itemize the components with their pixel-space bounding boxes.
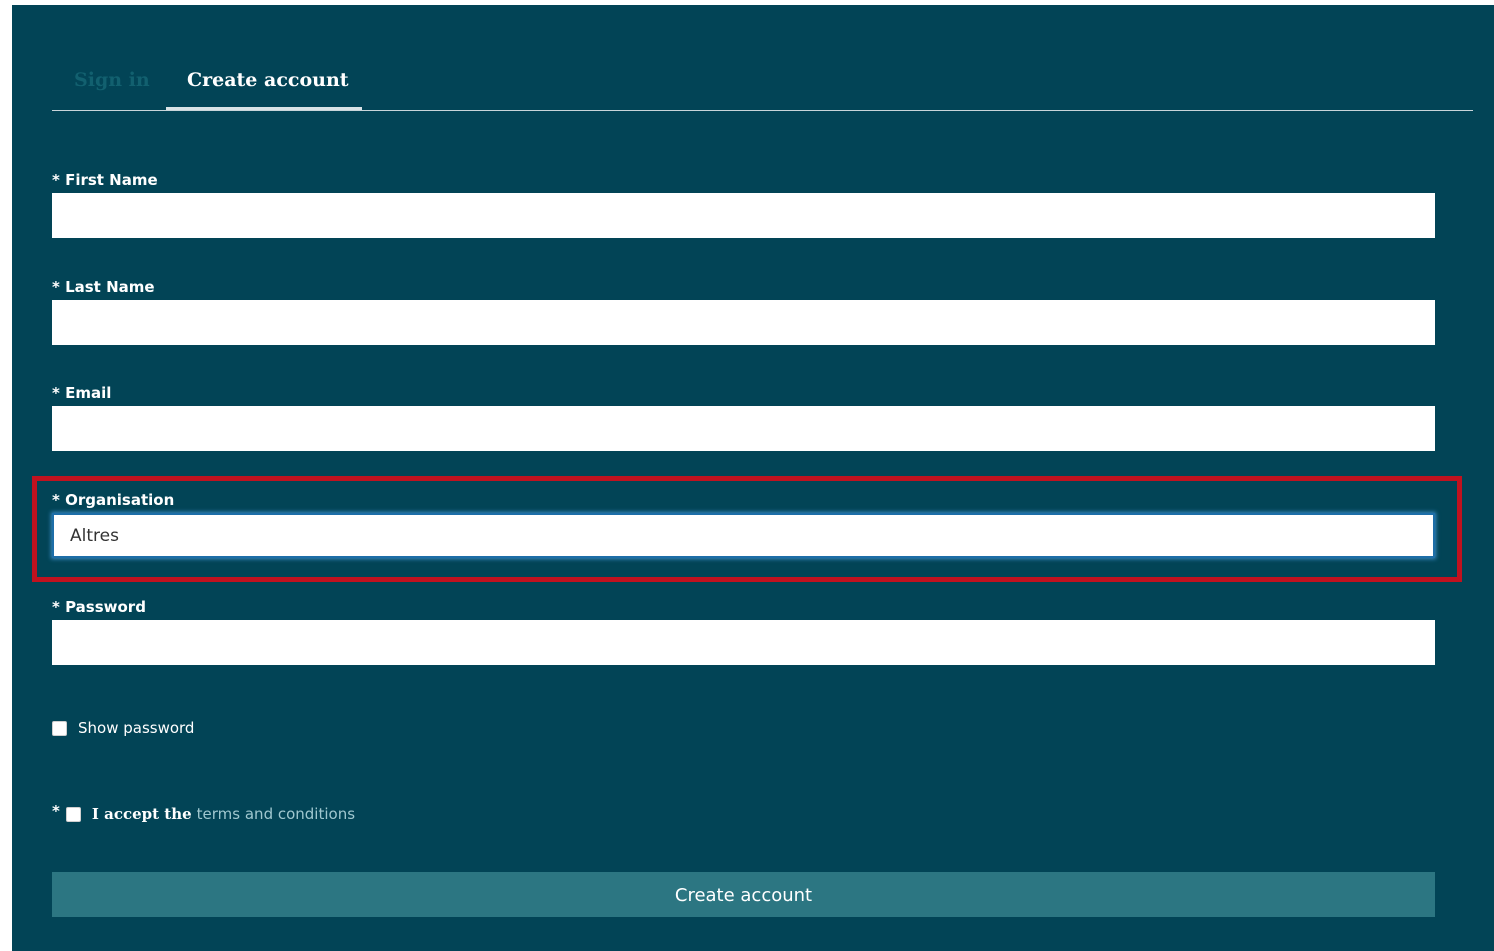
create-account-button[interactable]: Create account [52, 872, 1435, 917]
active-tab-indicator [166, 107, 362, 110]
terms-prefix-text: I accept the [91, 805, 192, 823]
password-field: * Password [52, 596, 1435, 665]
organisation-field: * Organisation [52, 489, 1435, 558]
last-name-field: * Last Name [52, 276, 1435, 345]
show-password-checkbox[interactable] [52, 720, 67, 736]
show-password-label: Show password [78, 719, 195, 737]
auth-tabs: Sign in Create account [52, 60, 1473, 111]
first-name-input[interactable] [52, 193, 1435, 238]
terms-row: * I accept the terms and conditions [52, 802, 355, 823]
tab-create-account[interactable]: Create account [187, 68, 349, 92]
password-input[interactable] [52, 620, 1435, 665]
last-name-input[interactable] [52, 300, 1435, 345]
first-name-field: * First Name [52, 169, 1435, 238]
create-account-panel: Sign in Create account * First Name * La… [12, 5, 1494, 951]
tab-sign-in[interactable]: Sign in [74, 68, 150, 92]
password-label: * Password [52, 598, 146, 616]
email-input[interactable] [52, 406, 1435, 451]
last-name-label: * Last Name [52, 278, 155, 296]
terms-and-conditions-link[interactable]: terms and conditions [197, 805, 355, 823]
email-field: * Email [52, 382, 1435, 451]
email-label: * Email [52, 384, 112, 402]
organisation-label: * Organisation [52, 491, 175, 509]
show-password-row: Show password [52, 719, 194, 737]
organisation-input[interactable] [52, 513, 1435, 558]
terms-checkbox[interactable] [65, 806, 81, 822]
first-name-label: * First Name [52, 171, 158, 189]
terms-required-marker: * [52, 802, 60, 820]
